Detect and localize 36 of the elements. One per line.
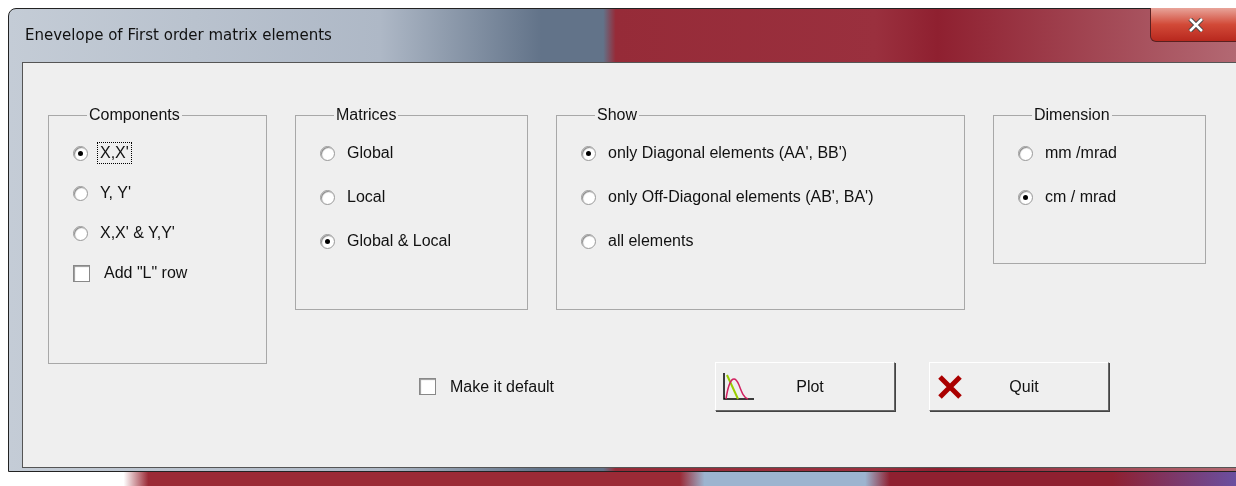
option-label: mm /mrad <box>1044 143 1118 163</box>
group-title: Matrices <box>335 106 398 124</box>
option-label: only Off-Diagonal elements (AB', BA') <box>607 187 875 207</box>
radio-button[interactable] <box>320 189 335 205</box>
close-icon <box>1188 17 1204 32</box>
group-title: Show <box>596 106 639 124</box>
window-title: Enevelope of First order matrix elements <box>25 26 333 44</box>
checkbox[interactable] <box>73 264 90 282</box>
option-label: X,X' <box>98 143 131 163</box>
close-button[interactable] <box>1150 8 1236 42</box>
radio-button[interactable] <box>581 145 596 161</box>
option-label: all elements <box>607 231 695 251</box>
group-title: Dimension <box>1033 106 1111 124</box>
radio-button[interactable] <box>73 225 88 241</box>
radio-button[interactable] <box>320 233 335 249</box>
option-label: Global <box>346 143 395 163</box>
option-label: Y, Y' <box>99 183 132 203</box>
option-label: cm / mrad <box>1044 187 1118 207</box>
radio-button[interactable] <box>1018 145 1033 161</box>
radio-button[interactable] <box>581 189 596 205</box>
option-label: Make it default <box>449 376 556 397</box>
quit-button[interactable]: Quit <box>929 362 1109 411</box>
plot-button[interactable]: Plot <box>715 362 895 411</box>
radio-button[interactable] <box>73 145 88 161</box>
radio-button[interactable] <box>581 233 596 249</box>
group-title: Components <box>88 106 181 124</box>
option-label: only Diagonal elements (AA', BB') <box>607 143 849 163</box>
radio-button[interactable] <box>320 145 335 161</box>
radio-button[interactable] <box>1018 189 1033 205</box>
checkbox[interactable] <box>419 378 436 395</box>
option-label: X,X' & Y,Y' <box>99 223 176 243</box>
option-label: Local <box>346 187 387 207</box>
radio-button[interactable] <box>73 185 88 201</box>
chart-icon <box>720 370 756 403</box>
option-label: Add "L" row <box>103 263 189 283</box>
option-label: Global & Local <box>346 231 453 251</box>
